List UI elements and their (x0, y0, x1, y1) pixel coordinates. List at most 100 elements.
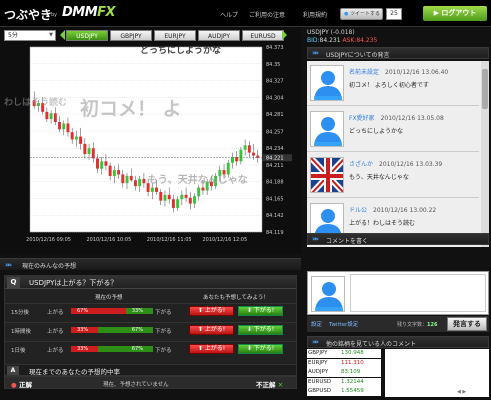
comment-textarea[interactable] (350, 274, 486, 312)
pair-value: 130.948 (341, 350, 364, 356)
scrollbar-thumb[interactable] (482, 69, 488, 109)
comment-post: 名前未設定 2010/12/16 13.06.40 初コメ！ よろしく初心者です (307, 61, 479, 106)
user-avatar (311, 276, 345, 312)
y-tick-label: 84.119 (266, 230, 284, 236)
candle-body-down (142, 178, 146, 184)
candle-body-up (100, 161, 104, 169)
tweet-button[interactable]: ● ツイートする (340, 8, 383, 20)
feed-header: »» USDJPYについての発言 (307, 47, 489, 59)
poster-name[interactable]: FX愛好家 (349, 115, 375, 122)
y-tick-label: 84.211 (266, 163, 284, 169)
pair-name: GBPUSD (308, 388, 332, 395)
candle-body-down (155, 187, 159, 192)
brand-logo: DMMFX (62, 5, 116, 20)
others-header: »» 他の銘柄を見ている人のコメント (307, 336, 489, 348)
candlestick-chart[interactable]: 84.221 84.119 84.142 84.165 84.188 84.211 84.… (0, 43, 301, 254)
candle-body-down (108, 165, 112, 176)
arrow-down-icon: ⬇ (246, 307, 252, 314)
poster-name[interactable]: さざんか (349, 161, 373, 168)
comment-feed[interactable]: 名前未設定 2010/12/16 13.06.40 初コメ！ よろしく初心者です F… (307, 61, 489, 247)
tab-next-arrow-icon[interactable] (282, 30, 287, 40)
arrow-down-icon: ⬇ (246, 345, 252, 352)
candle-body-down (117, 170, 121, 175)
vote-up-button[interactable]: ⬆ 上がる! (189, 344, 234, 354)
post-message: もう、天井なんじゃな (349, 174, 409, 181)
col-your-forecast: あなたも予想してみよう！ (203, 295, 269, 301)
up-word: 上がる (47, 348, 64, 354)
poster-avatar[interactable] (310, 157, 344, 193)
settings-link[interactable]: 設定 (311, 320, 322, 328)
forecast-row: 15分後 上がる 67% 33% 下がる ⬆ 上がる! ⬇ 下がる! (5, 303, 296, 318)
pair-value: 111.310 (341, 359, 364, 366)
forecast-box: Q USDJPYは上がる？下がる？ 現在の予想 あなたも予想してみよう！ 15分… (4, 275, 297, 365)
vote-down-button[interactable]: ⬇ 下がる! (238, 344, 283, 354)
candle-body-down (252, 152, 256, 156)
candle-body-down (184, 194, 188, 198)
tab-usdjpy[interactable]: USDJPY (66, 30, 108, 41)
question-text: USDJPYは上がる？下がる？ (29, 279, 118, 287)
vote-down-button[interactable]: ⬇ 下がる! (238, 325, 283, 335)
floating-comment: 初コメ！ よ (80, 97, 182, 120)
tab-eurjpy[interactable]: EURJPY (154, 30, 196, 41)
x-tick-label: 2010/12/16 10:05 (86, 237, 131, 243)
post-message: どっちにしようかな (349, 128, 404, 135)
tab-gbpjpy[interactable]: GBPJPY (110, 30, 152, 41)
bid-price: 84.231 (319, 37, 341, 44)
rate-summary: USDJPY (-0.018) BID:84.231 ASK:84.235 (307, 29, 378, 44)
forecast-ratio-bar: 67% 33% (71, 308, 153, 314)
candle-body-down (188, 197, 192, 204)
timeframe-select[interactable]: 5分 ▼ (4, 30, 56, 41)
down-word: 下がる (155, 310, 172, 316)
poster-avatar[interactable] (310, 65, 344, 101)
y-tick-label: 84.142 (266, 213, 284, 219)
other-pairs-list: GBPJPY 130.948 EURJPY 111.310 AUDJPY 83.109 EU… (307, 349, 489, 397)
pair-rate-row[interactable]: EURJPY 111.310 (307, 358, 381, 368)
pager-arrows-icon[interactable]: ◀ ▶ (457, 389, 466, 395)
candle-body-down (91, 148, 95, 159)
down-word: 下がる (155, 329, 172, 335)
candle-body-up (74, 136, 78, 140)
pair-value: 83.109 (341, 369, 361, 376)
terms-link[interactable]: 利用規約 (303, 10, 327, 19)
pair-rate-row[interactable]: GBPUSD 1.55459 (307, 387, 381, 397)
vote-up-button[interactable]: ⬆ 上がる! (189, 325, 234, 335)
pair-rate-row[interactable]: AUDJPY 83.109 (307, 368, 381, 378)
tab-prev-arrow-icon[interactable] (60, 30, 65, 40)
tab-eurusd[interactable]: EURUSD (242, 30, 284, 41)
logout-button[interactable]: ▶ ログアウト (423, 6, 487, 21)
up-word: 上がる (47, 310, 64, 316)
forecast-ratio-bar: 33% 67% (71, 327, 153, 333)
candle-body-up (62, 123, 66, 130)
y-tick-label: 84.35 (266, 62, 280, 68)
feed-scrollbar[interactable] (481, 61, 489, 247)
tab-audjpy[interactable]: AUDJPY (198, 30, 240, 41)
pair-value: 1.55459 (341, 388, 364, 395)
post-meta: さざんか 2010/12/16 13.03.39 (349, 159, 442, 168)
post-comment-button[interactable]: 発言する (447, 317, 487, 331)
poster-name[interactable]: 名前未設定 (349, 69, 379, 76)
vote-down-button[interactable]: ⬇ 下がる! (238, 306, 283, 316)
floating-comment: もう、天井なんじゃな (148, 173, 248, 186)
comment-input[interactable] (307, 271, 489, 315)
candle-body-up (226, 162, 230, 175)
pair-rate-row[interactable]: GBPJPY 130.948 (307, 349, 381, 358)
candle-body-down (66, 123, 70, 133)
current-price-label: 84.221 (266, 156, 284, 162)
post-time: 2010/12/16 13.00.22 (373, 207, 437, 214)
poster-name[interactable]: ドル公 (349, 207, 367, 214)
candle-body-down (70, 132, 74, 140)
candle-body-down (45, 111, 49, 120)
forecast-row: 1時間後 上がる 33% 67% 下がる ⬆ 上がる! ⬇ 下がる! (5, 322, 296, 337)
poster-avatar[interactable] (310, 111, 344, 147)
help-link[interactable]: ヘルプ (220, 10, 238, 19)
vote-up-button[interactable]: ⬆ 上がる! (189, 306, 234, 316)
app-logo-by: by (51, 12, 58, 18)
usage-notes-link[interactable]: ご利用の注意 (249, 10, 285, 19)
twitter-settings-link[interactable]: Twitter設定 (329, 320, 358, 328)
user-silhouette-icon (314, 117, 342, 146)
candle-body-up (243, 145, 247, 150)
pair-rate-row[interactable]: EURUSD 1.32144 (307, 377, 381, 387)
pair-name: GBPJPY (308, 350, 328, 356)
correct-count: ● 正解 (11, 381, 32, 389)
post-meta: FX愛好家 2010/12/16 13.05.08 (349, 113, 444, 122)
